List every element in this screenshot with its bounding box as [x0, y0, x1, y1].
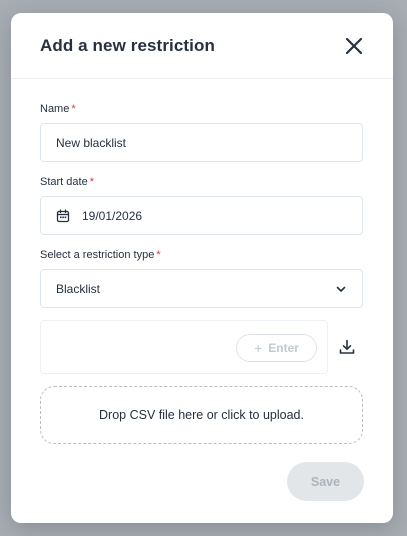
start-date-input[interactable]: 19/01/2026: [40, 196, 363, 235]
restriction-modal: Add a new restriction Name * New blackli…: [11, 13, 393, 523]
modal-footer: Save: [11, 462, 393, 504]
dropzone-text: Drop CSV file here or click to upload.: [99, 408, 304, 422]
enter-button[interactable]: + Enter: [236, 334, 317, 362]
plus-icon: +: [254, 340, 263, 356]
name-input-value: New blacklist: [56, 135, 127, 150]
calendar-icon: [56, 208, 70, 223]
start-date-value: 19/01/2026: [82, 208, 143, 223]
restriction-type-selected: Blacklist: [56, 281, 101, 296]
restriction-type-select[interactable]: Blacklist: [40, 269, 363, 308]
name-input[interactable]: New blacklist: [40, 123, 363, 162]
save-button[interactable]: Save: [287, 462, 364, 501]
modal-header: Add a new restriction: [11, 13, 393, 79]
enter-button-label: Enter: [268, 341, 299, 355]
required-mark: *: [89, 176, 94, 188]
download-icon[interactable]: [338, 338, 356, 356]
csv-dropzone[interactable]: Drop CSV file here or click to upload.: [40, 386, 363, 444]
required-mark: *: [71, 103, 76, 115]
name-label: Name *: [40, 103, 364, 115]
start-date-label-text: Start date: [40, 176, 88, 188]
required-mark: *: [156, 249, 161, 261]
chevron-down-icon: [335, 283, 347, 295]
modal-body: Name * New blacklist Start date * 19/01/…: [11, 79, 393, 444]
start-date-label: Start date *: [40, 176, 364, 188]
name-label-text: Name: [40, 103, 70, 115]
entry-input[interactable]: + Enter: [40, 320, 328, 374]
modal-title: Add a new restriction: [40, 35, 215, 55]
close-icon[interactable]: [343, 35, 365, 57]
restriction-type-label: Select a restriction type *: [40, 249, 364, 261]
entry-row: + Enter: [40, 320, 364, 374]
restriction-type-label-text: Select a restriction type: [40, 249, 155, 261]
